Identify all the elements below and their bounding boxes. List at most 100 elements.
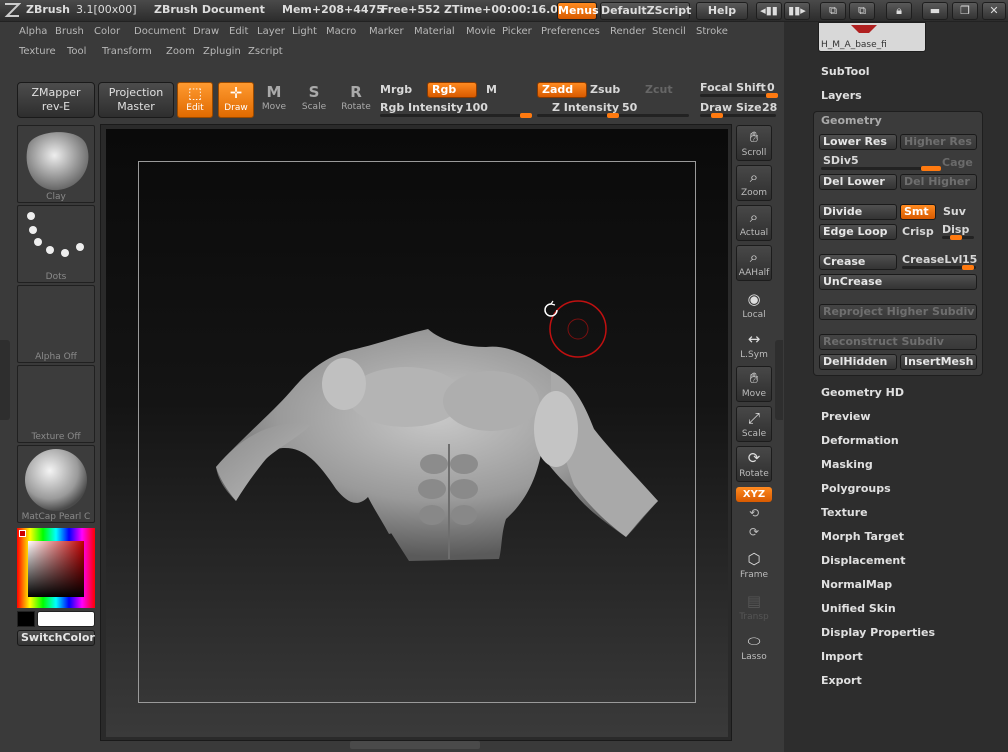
menu-preferences[interactable]: Preferences	[541, 26, 600, 37]
scroll-right-icon[interactable]: ▮▮▸	[784, 2, 810, 20]
layout-one-icon[interactable]: ⧉	[820, 2, 846, 20]
displacement-section[interactable]: Displacement	[821, 554, 906, 567]
sdiv-knob[interactable]	[921, 166, 941, 171]
scroll-left-icon[interactable]: ◂▮▮	[756, 2, 782, 20]
local-button[interactable]: ◉ Local	[736, 288, 772, 324]
unified-skin-section[interactable]: Unified Skin	[821, 602, 896, 615]
cage-button[interactable]: Cage	[942, 156, 973, 169]
menu-marker[interactable]: Marker	[369, 26, 404, 37]
deformation-section[interactable]: Deformation	[821, 434, 899, 447]
menu-texture[interactable]: Texture	[19, 46, 56, 57]
menu-material[interactable]: Material	[414, 26, 455, 37]
document-canvas[interactable]	[100, 124, 732, 741]
rgb-toggle[interactable]: Rgb	[427, 82, 477, 98]
draw-mode-button[interactable]: ✛ Draw	[218, 82, 254, 118]
menu-macro[interactable]: Macro	[326, 26, 356, 37]
menu-zscript[interactable]: Zscript	[248, 46, 283, 57]
mrgb-toggle[interactable]: Mrgb	[380, 83, 412, 96]
z-intensity-slider[interactable]	[537, 113, 689, 118]
menu-alpha[interactable]: Alpha	[19, 26, 47, 37]
menu-transform[interactable]: Transform	[102, 46, 152, 57]
menu-stencil[interactable]: Stencil	[652, 26, 686, 37]
m-toggle[interactable]: M	[486, 83, 497, 96]
polygroups-section[interactable]: Polygroups	[821, 482, 891, 495]
minimize-icon[interactable]: ▬	[922, 2, 948, 20]
default-zscript-button[interactable]: DefaultZScript	[600, 2, 691, 20]
menu-zoom[interactable]: Zoom	[166, 46, 195, 57]
right-tray-handle[interactable]	[775, 340, 783, 420]
menu-light[interactable]: Light	[292, 26, 317, 37]
zcut-toggle[interactable]: Zcut	[645, 83, 673, 96]
layers-section[interactable]: Layers	[821, 89, 862, 102]
lasso-button[interactable]: ⬭ Lasso	[736, 630, 772, 666]
del-higher-button[interactable]: Del Higher	[900, 174, 977, 190]
aahalf-button[interactable]: ⌕ AAHalf	[736, 245, 772, 281]
menu-render[interactable]: Render	[610, 26, 646, 37]
menu-edit[interactable]: Edit	[229, 26, 248, 37]
left-tray-handle[interactable]	[0, 340, 10, 420]
scale-view-button[interactable]: ⤢ Scale	[736, 406, 772, 442]
uncrease-button[interactable]: UnCrease	[819, 274, 977, 290]
menu-document[interactable]: Document	[134, 26, 186, 37]
geometry-hd-section[interactable]: Geometry HD	[821, 386, 904, 399]
display-properties-section[interactable]: Display Properties	[821, 626, 935, 639]
rotate-z-icon[interactable]: ⟳	[746, 525, 762, 539]
menu-color[interactable]: Color	[94, 26, 120, 37]
move-mode-button[interactable]: M Move	[256, 82, 292, 118]
focal-shift-knob[interactable]	[766, 93, 778, 98]
crisp-toggle[interactable]: Crisp	[902, 225, 934, 238]
layout-two-icon[interactable]: ⧉	[849, 2, 875, 20]
preview-section[interactable]: Preview	[821, 410, 871, 423]
material-thumbnail[interactable]: MatCap Pearl C	[17, 445, 95, 523]
morph-target-section[interactable]: Morph Target	[821, 530, 904, 543]
zsub-toggle[interactable]: Zsub	[590, 83, 620, 96]
normalmap-section[interactable]: NormalMap	[821, 578, 892, 591]
projection-master-button[interactable]: Projection Master	[98, 82, 174, 118]
suv-toggle[interactable]: Suv	[943, 205, 966, 218]
switchcolor-button[interactable]: SwitchColor	[17, 630, 95, 646]
masking-section[interactable]: Masking	[821, 458, 873, 471]
menu-zplugin[interactable]: Zplugin	[203, 46, 241, 57]
menus-button[interactable]: Menus	[557, 2, 599, 20]
scale-mode-button[interactable]: S Scale	[296, 82, 332, 118]
rotate-mode-button[interactable]: R Rotate	[338, 82, 374, 118]
menu-stroke[interactable]: Stroke	[696, 26, 728, 37]
menu-tool[interactable]: Tool	[67, 46, 86, 57]
help-button[interactable]: Help	[696, 2, 748, 20]
edit-mode-button[interactable]: ⬚ Edit	[177, 82, 213, 118]
delhidden-button[interactable]: DelHidden	[819, 354, 897, 370]
export-section[interactable]: Export	[821, 674, 862, 687]
tool-thumbnail[interactable]: H_M_A_base_fi	[818, 22, 926, 52]
canvas-bottom-handle[interactable]	[350, 741, 480, 749]
xyz-toggle[interactable]: XYZ	[736, 487, 772, 502]
import-section[interactable]: Import	[821, 650, 863, 663]
subtool-section[interactable]: SubTool	[821, 65, 870, 78]
divide-button[interactable]: Divide	[819, 204, 897, 220]
crease-button[interactable]: Crease	[819, 254, 897, 270]
frame-button[interactable]: ⬡ Frame	[736, 548, 772, 584]
z-intensity-knob[interactable]	[607, 113, 619, 118]
reproject-higher-subdiv-button[interactable]: Reproject Higher Subdiv	[819, 304, 977, 320]
rgb-intensity-slider[interactable]	[380, 113, 532, 118]
menu-picker[interactable]: Picker	[502, 26, 532, 37]
higher-res-button[interactable]: Higher Res	[900, 134, 977, 150]
actual-button[interactable]: ⌕ Actual	[736, 205, 772, 241]
lock-icon[interactable]: 🔒︎	[886, 2, 912, 20]
insertmesh-button[interactable]: InsertMesh	[900, 354, 977, 370]
reconstruct-subdiv-button[interactable]: Reconstruct Subdiv	[819, 334, 977, 350]
disp-knob[interactable]	[950, 235, 962, 240]
brush-thumbnail-clay[interactable]: Clay	[17, 125, 95, 203]
secondary-color-swatch[interactable]	[37, 611, 95, 627]
color-picker[interactable]	[17, 528, 95, 608]
geometry-title[interactable]: Geometry	[821, 114, 882, 127]
creaselvl-slider[interactable]	[902, 265, 976, 270]
lower-res-button[interactable]: Lower Res	[819, 134, 897, 150]
maximize-icon[interactable]: ❐	[952, 2, 978, 20]
draw-size-slider[interactable]	[700, 113, 776, 118]
transp-button[interactable]: ▤ Transp	[736, 590, 772, 626]
texture-thumbnail[interactable]: Texture Off	[17, 365, 95, 443]
zmapper-button[interactable]: ZMapper rev-E	[17, 82, 95, 118]
disp-slider[interactable]	[942, 235, 974, 240]
close-icon[interactable]: ✕	[982, 2, 1006, 20]
zadd-toggle[interactable]: Zadd	[537, 82, 587, 98]
